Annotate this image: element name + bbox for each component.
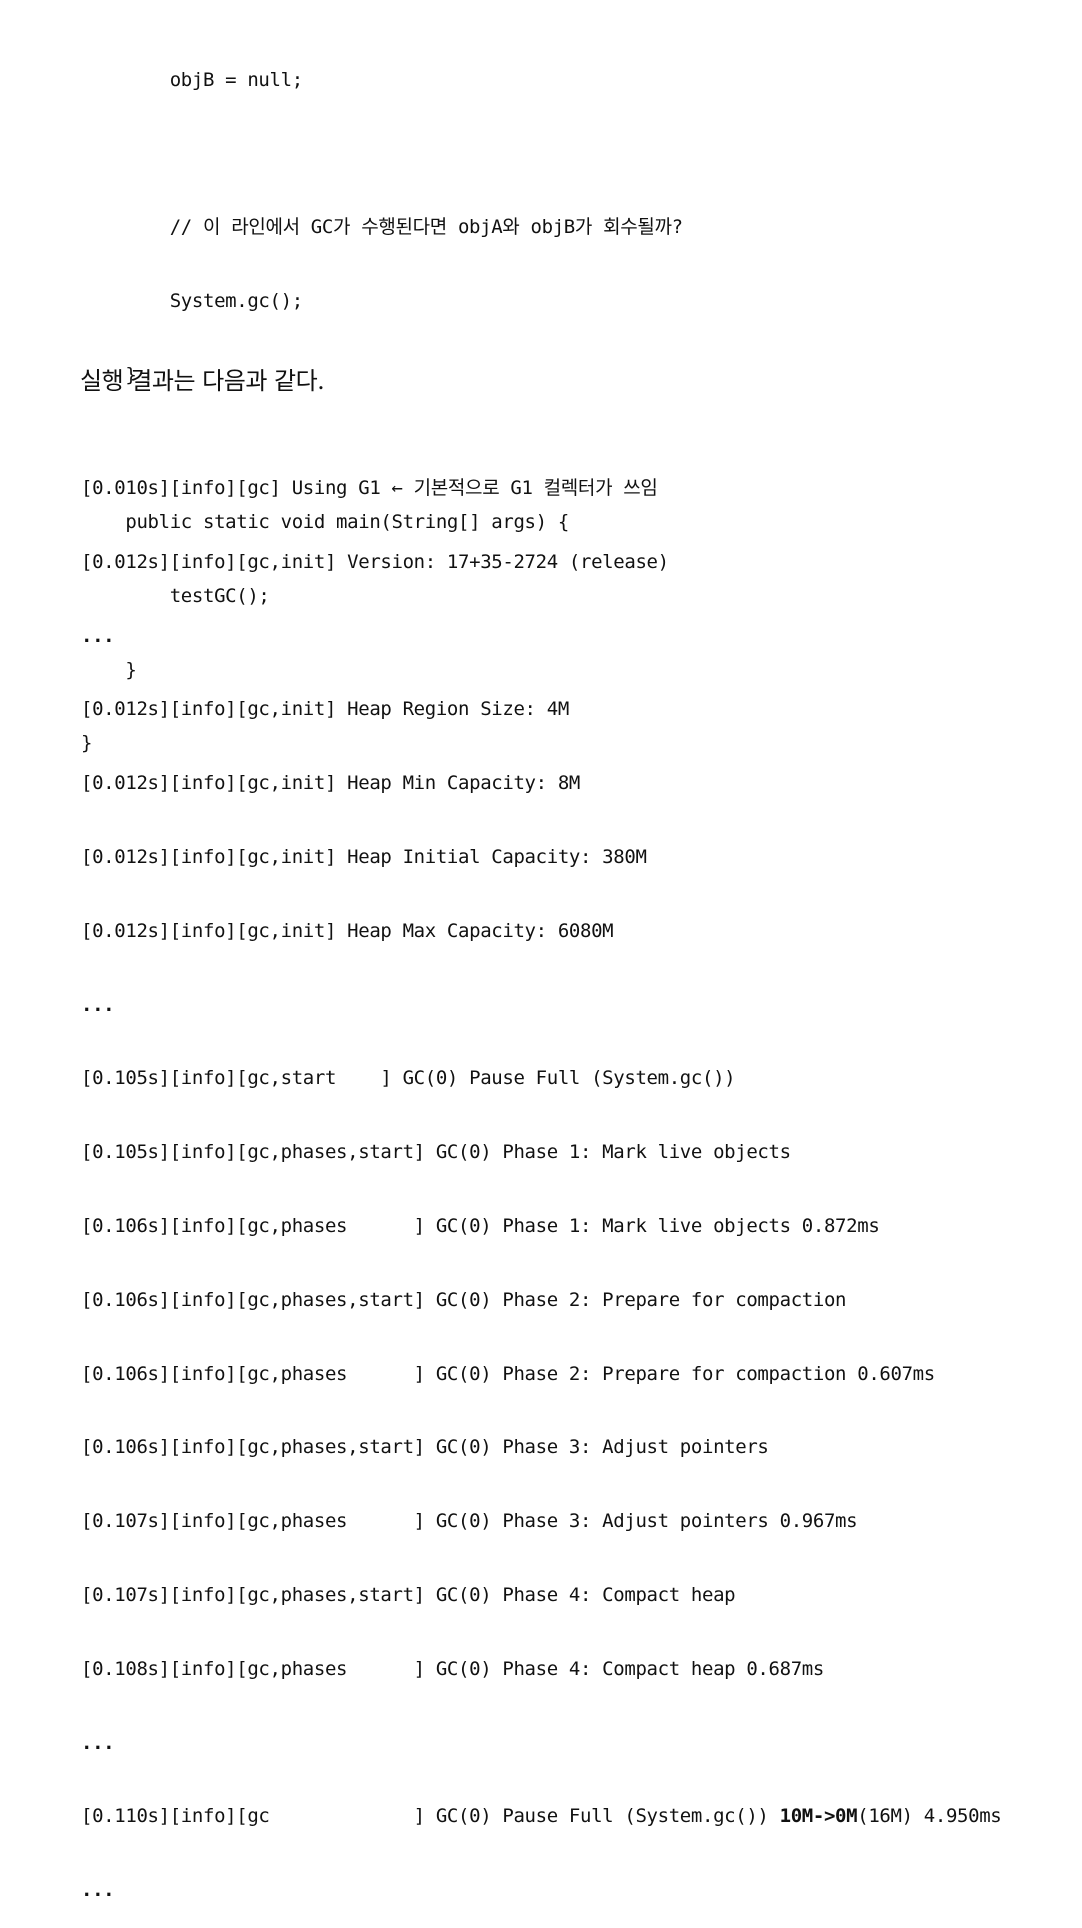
log-text-suffix: (16M) 4.950ms	[857, 1805, 1002, 1828]
log-ellipsis: ...	[81, 622, 1001, 652]
code-line: objB = null;	[81, 69, 303, 91]
log-text: [0.010s][info][gc] Using G1 ← 기본적으로 G1 컬…	[81, 477, 658, 499]
gc-log-output: [0.010s][info][gc] Using G1 ← 기본적으로 G1 컬…	[81, 430, 1002, 1928]
log-line: [0.010s][info][gc] Using G1 ← 기본적으로 G1 컬…	[81, 474, 1001, 504]
log-text: [0.106s][info][gc,phases,start] GC(0) Ph…	[81, 1288, 847, 1311]
log-text: [0.107s][info][gc,phases ] GC(0) Phase 3…	[81, 1510, 858, 1533]
log-text: [0.105s][info][gc,phases,start] GC(0) Ph…	[81, 1141, 791, 1164]
log-line: [0.105s][info][gc,phases,start] GC(0) Ph…	[81, 1138, 1001, 1168]
log-text: [0.012s][info][gc,init] Heap Max Capacit…	[81, 919, 614, 942]
log-text: ...	[81, 624, 115, 647]
log-ellipsis: ...	[81, 991, 1001, 1021]
log-text: [0.107s][info][gc,phases,start] GC(0) Ph…	[81, 1583, 736, 1606]
log-text: [0.012s][info][gc,init] Heap Region Size…	[81, 698, 569, 721]
log-text: ...	[81, 1879, 115, 1902]
log-line: [0.012s][info][gc,init] Heap Max Capacit…	[81, 917, 1001, 947]
log-line: [0.106s][info][gc,phases ] GC(0) Phase 1…	[81, 1212, 1001, 1242]
log-line: [0.012s][info][gc,init] Heap Initial Cap…	[81, 843, 1001, 873]
log-text: ...	[81, 993, 115, 1016]
log-line: [0.106s][info][gc,phases,start] GC(0) Ph…	[81, 1286, 1001, 1316]
log-line: [0.012s][info][gc,init] Heap Min Capacit…	[81, 769, 1001, 799]
log-line: [0.108s][info][gc,phases ] GC(0) Phase 4…	[81, 1655, 1001, 1685]
log-ellipsis: ...	[81, 1876, 1001, 1906]
log-line: [0.107s][info][gc,phases,start] GC(0) Ph…	[81, 1581, 1001, 1611]
log-line: [0.012s][info][gc,init] Heap Region Size…	[81, 695, 1001, 725]
log-ellipsis: ...	[81, 1729, 1001, 1759]
log-text: [0.012s][info][gc,init] Heap Initial Cap…	[81, 845, 647, 868]
log-line: [0.105s][info][gc,start ] GC(0) Pause Fu…	[81, 1064, 1001, 1094]
log-line: [0.106s][info][gc,phases,start] GC(0) Ph…	[81, 1433, 1001, 1463]
body-paragraph: 실행 결과는 다음과 같다.	[80, 367, 325, 395]
log-line: [0.107s][info][gc,phases ] GC(0) Phase 3…	[81, 1507, 1001, 1537]
log-text: [0.105s][info][gc,start ] GC(0) Pause Fu…	[81, 1067, 736, 1090]
log-text: ...	[81, 1731, 115, 1754]
log-text: [0.012s][info][gc,init] Heap Min Capacit…	[81, 772, 581, 795]
log-line-final-pause: [0.110s][info][gc ] GC(0) Pause Full (Sy…	[81, 1802, 1002, 1832]
log-text: [0.012s][info][gc,init] Version: 17+35-2…	[81, 550, 669, 573]
code-line: System.gc();	[81, 290, 303, 313]
log-text: [0.106s][info][gc,phases ] GC(0) Phase 2…	[81, 1362, 935, 1385]
log-line: [0.012s][info][gc,init] Version: 17+35-2…	[81, 548, 1001, 578]
code-line: // 이 라인에서 GC가 수행된다면 objA와 objB가 회수될까?	[81, 216, 683, 239]
log-text: [0.108s][info][gc,phases ] GC(0) Phase 4…	[81, 1657, 824, 1680]
log-line: [0.106s][info][gc,phases ] GC(0) Phase 2…	[81, 1360, 1001, 1390]
heap-usage-highlight: 10M->0M	[779, 1805, 858, 1828]
log-text: [0.106s][info][gc,phases,start] GC(0) Ph…	[81, 1436, 769, 1459]
log-text: [0.106s][info][gc,phases ] GC(0) Phase 1…	[81, 1214, 880, 1237]
log-text: [0.110s][info][gc ] GC(0) Pause Full (Sy…	[81, 1805, 780, 1828]
